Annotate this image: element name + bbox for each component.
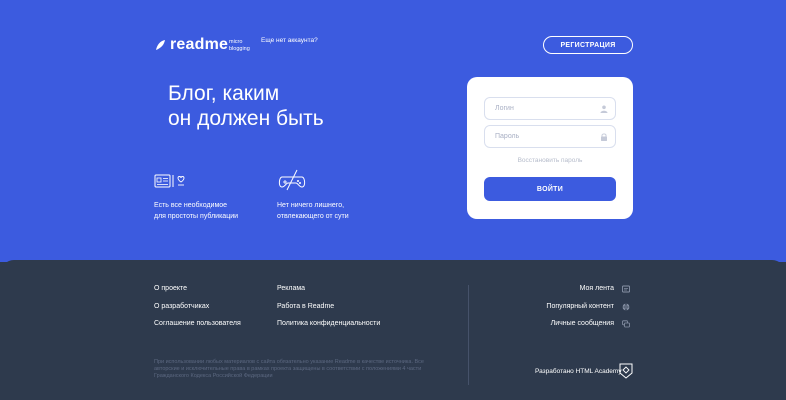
hero-section: [0, 0, 786, 262]
publish-tools-icon: [154, 174, 185, 188]
footer-link-my-feed[interactable]: Моя лента: [580, 285, 614, 292]
feature-minimal-line1: Нет ничего лишнего,: [277, 202, 345, 209]
feather-icon: [156, 40, 165, 50]
page-title: Блог, каким он должен быть: [168, 81, 388, 131]
no-games-icon: [278, 169, 306, 191]
footer-link-ads[interactable]: Реклама: [277, 285, 305, 292]
footer-link-privacy[interactable]: Политика конфиденциальности: [277, 320, 380, 327]
footer-link-developers[interactable]: О разработчиках: [154, 303, 209, 310]
login-field[interactable]: [484, 97, 616, 120]
footer-divider: [468, 285, 469, 385]
register-button[interactable]: РЕГИСТРАЦИЯ: [543, 36, 633, 54]
logo[interactable]: readme: [154, 36, 228, 54]
login-input[interactable]: [495, 105, 595, 112]
headline-line1: Блог, каким: [168, 82, 280, 105]
html-academy-icon[interactable]: [619, 363, 633, 379]
messages-icon: [622, 320, 630, 328]
feature-publish-line1: Есть все необходимое: [154, 202, 228, 209]
login-button[interactable]: ВОЙТИ: [484, 177, 616, 201]
logo-tagline: micro blogging: [229, 39, 259, 52]
feature-publish: Есть все необходимое для простоты публик…: [154, 201, 294, 222]
feature-minimal: Нет ничего лишнего, отвлекающего от сути: [277, 201, 417, 222]
feature-publish-line2: для простоты публикации: [154, 212, 239, 220]
globe-icon: [622, 303, 630, 311]
restore-password-link[interactable]: Восстановить пароль: [467, 157, 633, 164]
footer-link-jobs[interactable]: Работа в Readme: [277, 303, 334, 310]
password-input[interactable]: [495, 133, 595, 140]
footer-link-agreement[interactable]: Соглашение пользователя: [154, 320, 241, 327]
user-icon: [600, 105, 608, 113]
no-account-text: Еще нет аккаунта?: [261, 37, 318, 44]
logo-text: readme: [170, 36, 229, 53]
feature-minimal-line2: отвлекающего от сути: [277, 212, 349, 220]
footer-link-about[interactable]: О проекте: [154, 285, 187, 292]
password-field[interactable]: [484, 125, 616, 148]
footer-link-popular[interactable]: Популярный контент: [546, 303, 614, 310]
lock-icon: [601, 133, 607, 141]
feed-icon: [622, 285, 630, 293]
login-card: Восстановить пароль ВОЙТИ: [467, 77, 633, 219]
headline-line2: он должен быть: [168, 107, 324, 130]
developed-by-link[interactable]: Разработано HTML Academy: [535, 368, 622, 375]
footer-link-messages[interactable]: Личные сообщения: [551, 320, 614, 327]
copyright-text: При использовании любых материалов с сай…: [154, 359, 424, 379]
logo-tagline-line2: blogging: [229, 45, 250, 52]
